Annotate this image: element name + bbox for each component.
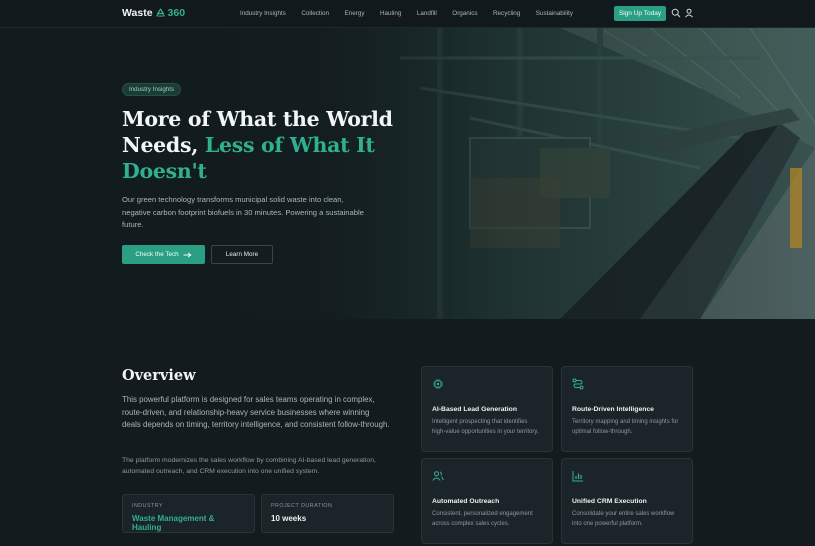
search-icon[interactable]: [671, 8, 681, 18]
nav-link-hauling[interactable]: Hauling: [380, 10, 401, 17]
feature-card-automated-outreach: Automated Outreach Consistent, personali…: [421, 458, 553, 544]
feature-description: Consolidate your entire sales workflow i…: [572, 511, 675, 527]
nav-links: Industry Insights Collection Energy Haul…: [240, 10, 588, 17]
nav-link-collection[interactable]: Collection: [301, 10, 329, 17]
feature-card-unified-crm-execution: Unified CRM Execution Consolidate your e…: [561, 458, 693, 544]
learn-more-button[interactable]: Learn More: [211, 245, 273, 264]
users-icon: [432, 471, 444, 481]
overview-title: Overview: [122, 367, 196, 384]
hero-title: More of What the World Needs, Less of Wh…: [122, 106, 422, 184]
project-duration-value: 10 weeks: [271, 514, 307, 523]
hero-title-line-2: Needs,: [122, 133, 205, 157]
hero-title-accent-1: Less of What It: [204, 133, 375, 157]
check-the-tech-label: Check the Tech: [135, 251, 179, 258]
feature-title: Route-Driven Intelligence: [572, 406, 654, 413]
nav-link-energy[interactable]: Energy: [345, 10, 365, 17]
sign-up-button[interactable]: Sign Up Today: [614, 6, 666, 21]
chart-icon: [572, 471, 583, 482]
hero-section: Industry Insights More of What the World…: [0, 28, 815, 319]
feature-description: Consistent, personalized engagement acro…: [432, 511, 533, 527]
hero-title-line-1: More of What the World: [122, 107, 393, 131]
nav-link-industry-insights[interactable]: Industry Insights: [240, 10, 286, 17]
hero-subtitle: Our green technology transforms municipa…: [122, 195, 364, 229]
feature-description: Territory mapping and timing insights fo…: [572, 419, 679, 435]
industry-stat-card: INDUSTRY Waste Management & Hauling: [122, 494, 255, 533]
route-icon: [572, 378, 584, 390]
industry-value: Waste Management & Hauling: [132, 514, 215, 532]
overview-paragraph-2: The platform modernizes the sales workfl…: [122, 457, 376, 475]
feature-title: Unified CRM Execution: [572, 498, 647, 505]
arrow-right-icon: [183, 251, 192, 258]
feature-card-ai-lead-generation: AI-Based Lead Generation Intelligent pro…: [421, 366, 553, 452]
project-duration-stat-card: PROJECT DURATION 10 weeks: [261, 494, 394, 533]
logo-word: Waste: [122, 7, 153, 19]
nav-link-sustainability[interactable]: Sustainability: [536, 10, 573, 17]
project-duration-label: PROJECT DURATION: [271, 503, 333, 509]
feature-card-route-driven-intelligence: Route-Driven Intelligence Territory mapp…: [561, 366, 693, 452]
feature-title: AI-Based Lead Generation: [432, 406, 517, 413]
logo[interactable]: Waste 360: [122, 7, 185, 19]
top-navigation: Waste 360 Industry Insights Collection E…: [0, 0, 815, 28]
recycle-icon: [155, 8, 165, 17]
chip-icon: [433, 379, 443, 389]
logo-number: 360: [167, 7, 186, 19]
nav-link-recycling[interactable]: Recycling: [493, 10, 520, 17]
feature-title: Automated Outreach: [432, 498, 500, 505]
feature-description: Intelligent prospecting that identifies …: [432, 419, 539, 435]
nav-link-organics[interactable]: Organics: [452, 10, 477, 17]
industry-label: INDUSTRY: [132, 503, 163, 509]
check-the-tech-button[interactable]: Check the Tech: [122, 245, 205, 264]
overview-paragraph-1: This powerful platform is designed for s…: [122, 395, 390, 429]
hero-title-accent-2: Doesn't: [122, 159, 207, 183]
nav-link-landfill[interactable]: Landfill: [417, 10, 437, 17]
user-icon[interactable]: [684, 8, 694, 18]
category-badge: Industry Insights: [122, 83, 182, 96]
